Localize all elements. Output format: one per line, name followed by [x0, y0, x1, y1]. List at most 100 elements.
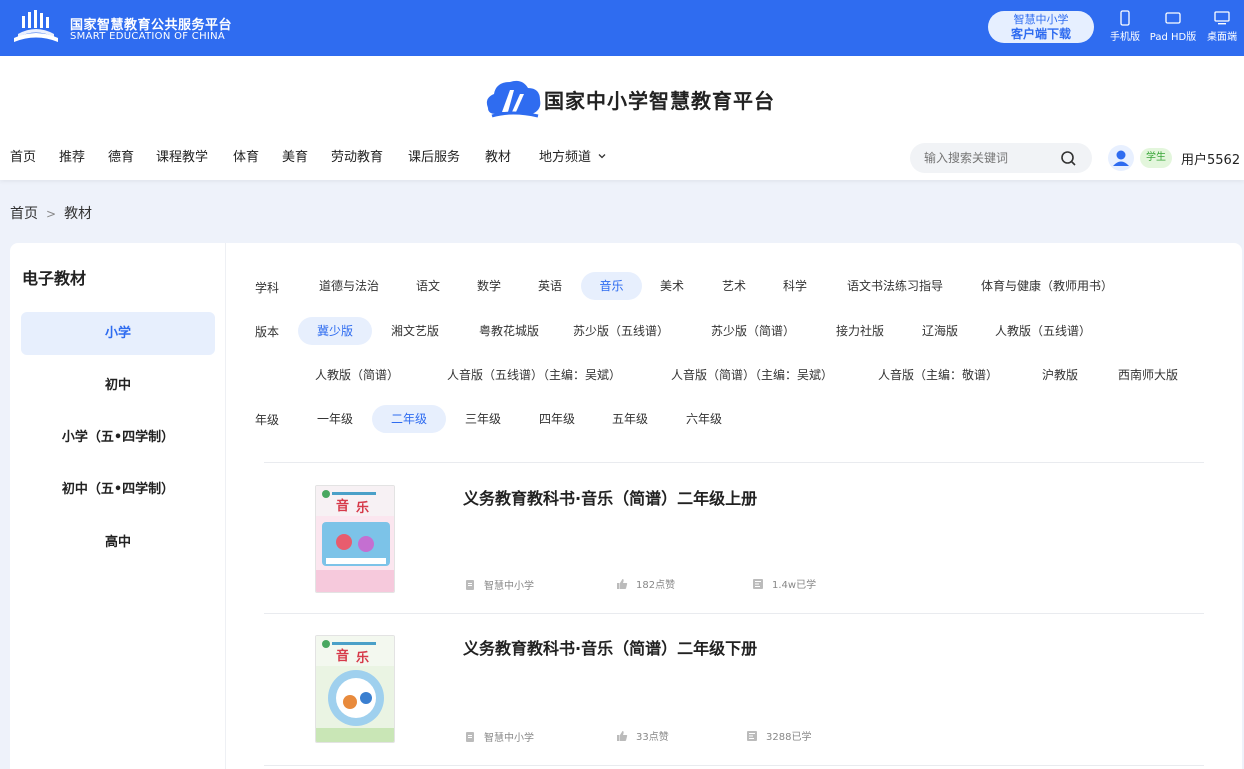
top-bar: 国家智慧教育公共服务平台 SMART EDUCATION OF CHINA 智慧… — [0, 0, 1244, 56]
filter-edition[interactable]: 西南师大版 — [1112, 361, 1184, 389]
filter-edition[interactable]: 湘文艺版 — [384, 317, 446, 345]
filter-subject[interactable]: 语文书法练习指导 — [838, 272, 952, 300]
thumb-up-icon — [617, 579, 628, 589]
filter-subject[interactable]: 道德与法治 — [306, 272, 392, 300]
download-line1: 智慧中小学 — [1013, 13, 1069, 26]
device-label: 桌面端 — [1207, 32, 1237, 43]
filter-edition[interactable]: 粤教花城版 — [472, 317, 546, 345]
filter-subject[interactable]: 数学 — [467, 272, 511, 300]
filter-label-grade: 年级 — [255, 413, 280, 427]
tablet-icon — [1165, 12, 1181, 24]
sidebar-item-junior[interactable]: 初中 — [21, 364, 215, 407]
sidebar-item-primary-54[interactable]: 小学（五•四学制） — [21, 416, 215, 459]
filter-edition[interactable]: 苏少版（简谱） — [708, 317, 798, 345]
book-learners: 3288已学 — [746, 728, 811, 743]
book-source-label: 智慧中小学 — [484, 581, 534, 592]
nav-item-local-channel[interactable]: 地方频道 — [539, 146, 607, 165]
book-source: 智慧中小学 — [464, 729, 534, 744]
book-source: 智慧中小学 — [464, 577, 534, 592]
divider — [264, 613, 1204, 614]
book-learners: 1.4w已学 — [752, 576, 816, 591]
sidebar: 电子教材 小学 初中 小学（五•四学制） 初中（五•四学制） 高中 — [10, 243, 226, 769]
filter-grade[interactable]: 六年级 — [675, 405, 733, 433]
book-title[interactable]: 义务教育教科书·音乐（简谱）二年级上册 — [463, 485, 757, 509]
chevron-down-icon — [598, 154, 606, 159]
breadcrumb-home[interactable]: 首页 — [10, 206, 38, 222]
filter-grade[interactable]: 五年级 — [601, 405, 659, 433]
svg-text:乐: 乐 — [356, 500, 369, 516]
phone-icon — [1120, 10, 1130, 26]
nav-item-moral[interactable]: 德育 — [108, 146, 134, 165]
search-input[interactable] — [924, 149, 1054, 167]
music-book-cover-icon: 音 乐 — [316, 636, 394, 742]
nav-item-courses[interactable]: 课程教学 — [156, 146, 208, 165]
search-icon[interactable] — [1060, 150, 1077, 167]
book-cover-image[interactable]: 音 乐 — [315, 485, 395, 593]
book-learners-count: 1.4w已学 — [772, 580, 817, 591]
nav-item-recommend[interactable]: 推荐 — [59, 146, 85, 165]
search-box — [910, 143, 1092, 173]
svg-text:音: 音 — [336, 648, 349, 664]
user-icon — [1113, 150, 1129, 166]
device-mobile-link[interactable]: 手机版 — [1108, 10, 1142, 43]
sidebar-title: 电子教材 — [22, 269, 87, 288]
filter-grade[interactable]: 一年级 — [306, 405, 364, 433]
device-label: Pad HD版 — [1149, 32, 1197, 43]
filter-edition[interactable]: 沪教版 — [1038, 361, 1082, 389]
sidebar-item-senior[interactable]: 高中 — [21, 521, 215, 564]
book-learners-count: 3288已学 — [766, 732, 812, 743]
device-desktop-link[interactable]: 桌面端 — [1204, 10, 1240, 43]
filter-edition[interactable]: 人音版（五线谱）（主编：吴斌） — [438, 361, 630, 389]
divider — [264, 765, 1204, 766]
book-title[interactable]: 义务教育教科书·音乐（简谱）二年级下册 — [463, 635, 757, 659]
filter-subject[interactable]: 科学 — [773, 272, 817, 300]
filter-subject[interactable]: 体育与健康（教师用书） — [978, 272, 1116, 300]
filter-edition[interactable]: 辽海版 — [918, 317, 962, 345]
filter-edition[interactable]: 人教版（五线谱） — [992, 317, 1094, 345]
book-cover-image[interactable]: 音 乐 — [315, 635, 395, 743]
sidebar-item-junior-54[interactable]: 初中（五•四学制） — [21, 468, 215, 511]
document-icon — [466, 580, 474, 590]
client-download-button[interactable]: 智慧中小学 客户端下载 — [988, 11, 1094, 43]
filter-label-subject: 学科 — [255, 281, 280, 295]
platform-logo-icon[interactable] — [10, 8, 62, 46]
sidebar-item-primary[interactable]: 小学 — [21, 312, 215, 355]
nav-item-arts[interactable]: 美育 — [282, 146, 308, 165]
filter-edition[interactable]: 接力社版 — [832, 317, 888, 345]
book-likes-count: 182点赞 — [636, 580, 676, 591]
device-pad-link[interactable]: Pad HD版 — [1147, 10, 1199, 43]
filter-edition[interactable]: 苏少版（五线谱） — [571, 317, 671, 345]
svg-text:音: 音 — [336, 498, 349, 514]
nav-item-after-school[interactable]: 课后服务 — [408, 146, 460, 165]
filter-subject[interactable]: 艺术 — [712, 272, 756, 300]
avatar[interactable] — [1108, 145, 1134, 171]
filter-edition[interactable]: 人音版（主编：敬谱） — [876, 361, 1000, 389]
filter-subject-active[interactable]: 音乐 — [581, 272, 642, 300]
brand-logo-icon — [486, 80, 541, 118]
book-likes: 182点赞 — [616, 576, 675, 591]
filter-subject[interactable]: 美术 — [650, 272, 694, 300]
nav-item-labor[interactable]: 劳动教育 — [331, 146, 383, 165]
study-record-icon — [753, 579, 763, 589]
filter-edition-active[interactable]: 冀少版 — [298, 317, 372, 345]
brand-name: 国家中小学智慧教育平台 — [544, 89, 775, 113]
filter-subject[interactable]: 语文 — [406, 272, 450, 300]
filter-grade-active[interactable]: 二年级 — [372, 405, 446, 433]
divider — [264, 462, 1204, 463]
music-book-cover-icon: 音 乐 — [316, 486, 394, 592]
filter-edition[interactable]: 人教版（简谱） — [314, 361, 400, 389]
study-record-icon — [747, 731, 757, 741]
filter-subject[interactable]: 英语 — [528, 272, 572, 300]
filter-grade[interactable]: 四年级 — [528, 405, 586, 433]
filter-label-edition: 版本 — [255, 325, 280, 339]
nav-item-textbooks[interactable]: 教材 — [485, 146, 511, 165]
filter-grade[interactable]: 三年级 — [454, 405, 512, 433]
main-content: 学科 道德与法治 语文 数学 英语 音乐 美术 艺术 科学 语文书法练习指导 体… — [226, 243, 1242, 769]
book-likes: 33点赞 — [616, 728, 669, 743]
filter-edition[interactable]: 人音版（简谱）（主编：吴斌） — [664, 361, 840, 389]
username[interactable]: 用户5562 — [1181, 149, 1240, 168]
nav-item-sports[interactable]: 体育 — [233, 146, 259, 165]
thumb-up-icon — [617, 731, 628, 741]
role-badge: 学生 — [1140, 148, 1172, 168]
nav-item-home[interactable]: 首页 — [10, 146, 36, 165]
